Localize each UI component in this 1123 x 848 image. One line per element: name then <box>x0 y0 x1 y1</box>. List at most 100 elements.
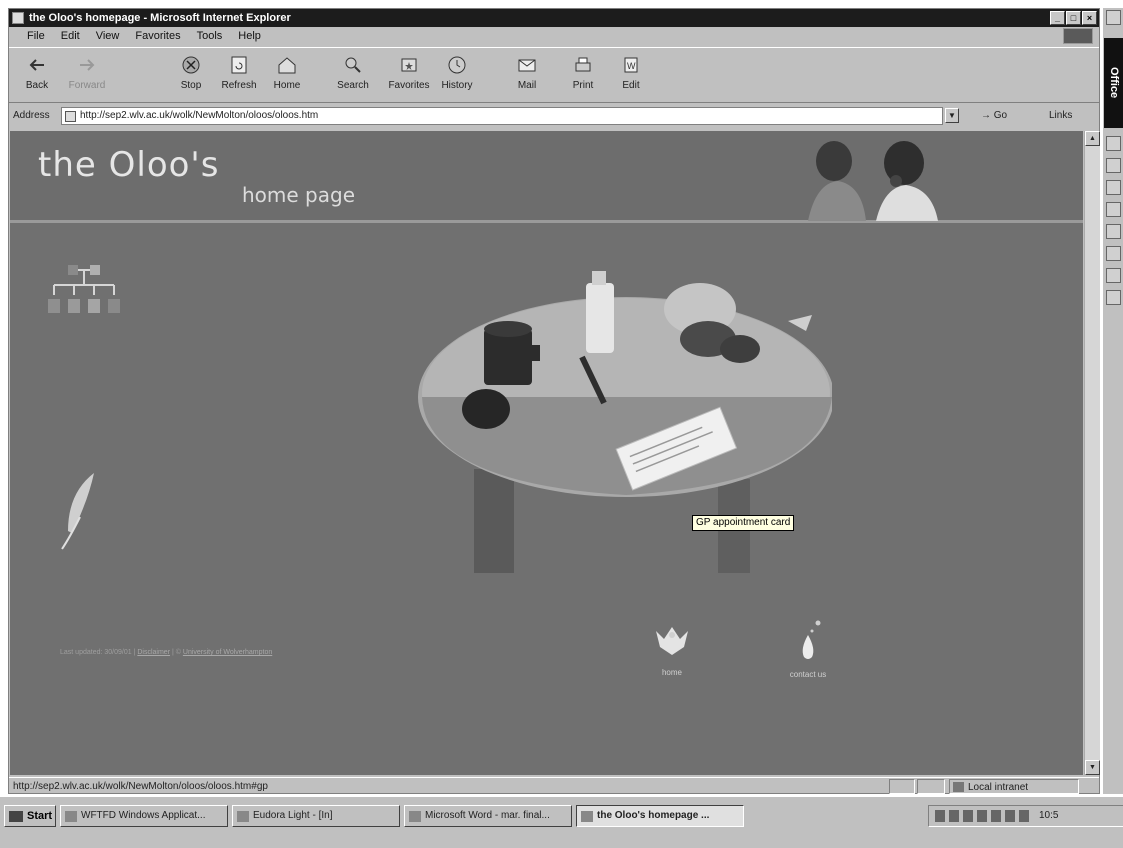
taskbar-item-wftfd[interactable]: WFTFD Windows Applicat... <box>60 805 228 827</box>
print-icon <box>575 57 591 72</box>
menu-file[interactable]: File <box>27 30 45 42</box>
forward-label: Forward <box>68 80 106 91</box>
refresh-button[interactable]: Refresh <box>217 52 261 102</box>
tray-schedule-icon[interactable] <box>977 810 987 822</box>
office-shortcut-bar: Office <box>1102 8 1123 794</box>
links-button[interactable]: Links <box>1049 110 1072 121</box>
status-url: http://sep2.wlv.ac.uk/wolk/NewMolton/olo… <box>13 781 268 792</box>
home-button[interactable]: Home <box>265 52 309 102</box>
tray-antivirus-icon[interactable] <box>991 810 1001 822</box>
windows-logo-icon <box>1063 28 1093 44</box>
app-icon <box>65 811 77 822</box>
taskbar-item-word[interactable]: Microsoft Word - mar. final... <box>404 805 572 827</box>
copyright-link[interactable]: University of Wolverhampton <box>183 649 272 656</box>
refresh-label: Refresh <box>221 80 257 91</box>
back-arrow-icon <box>29 59 44 71</box>
address-input[interactable]: http://sep2.wlv.ac.uk/wolk/NewMolton/olo… <box>61 107 943 125</box>
security-zone: Local intranet <box>949 779 1079 794</box>
menu-edit[interactable]: Edit <box>61 30 80 42</box>
menu-tools[interactable]: Tools <box>197 30 223 42</box>
site-title: the Oloo's <box>38 145 220 185</box>
go-arrow-icon: → <box>981 110 991 121</box>
forward-button[interactable]: Forward <box>65 52 109 102</box>
disclaimer-link[interactable]: Disclaimer <box>137 649 170 656</box>
start-label: Start <box>27 810 53 822</box>
status-bar: http://sep2.wlv.ac.uk/wolk/NewMolton/olo… <box>9 777 1099 794</box>
site-subtitle: home page <box>242 183 356 207</box>
window-title: the Oloo's homepage - Microsoft Internet… <box>29 12 291 24</box>
mail-icon <box>518 59 536 72</box>
favorites-button[interactable]: Favorites <box>387 52 431 102</box>
favorites-icon <box>401 58 417 72</box>
office-search-icon[interactable] <box>1106 246 1121 261</box>
title-bar[interactable]: the Oloo's homepage - Microsoft Internet… <box>9 9 1099 27</box>
scroll-up-icon[interactable]: ▲ <box>1085 131 1100 146</box>
start-button[interactable]: Start <box>4 805 56 827</box>
scroll-down-icon[interactable]: ▼ <box>1085 760 1100 775</box>
svg-text:W: W <box>627 61 636 71</box>
home-link-label: home <box>661 668 682 677</box>
forward-arrow-icon <box>80 59 95 71</box>
address-dropdown-button[interactable]: ▼ <box>945 108 959 123</box>
vertical-scrollbar[interactable]: ▲ ▼ <box>1084 131 1100 775</box>
office-help-icon[interactable] <box>1106 268 1121 283</box>
office-add-icon[interactable] <box>1106 224 1121 239</box>
home-label: Home <box>273 80 301 91</box>
history-label: History <box>441 80 473 91</box>
stop-button[interactable]: Stop <box>169 52 213 102</box>
go-button[interactable]: → Go <box>981 110 1007 121</box>
print-button[interactable]: Print <box>561 52 605 102</box>
phoenix-home-icon <box>656 627 688 655</box>
tray-volume-icon[interactable] <box>949 810 959 822</box>
office-doc-icon[interactable] <box>1106 158 1121 173</box>
clock[interactable]: 10:5 <box>1039 810 1058 821</box>
home-icon <box>278 57 296 74</box>
search-label: Search <box>337 80 369 91</box>
page-header: the Oloo's home page <box>10 131 1083 223</box>
family-tree-icon[interactable] <box>44 265 126 323</box>
refresh-icon <box>231 56 247 74</box>
taskbar-item-ie[interactable]: the Oloo's homepage ... <box>576 805 744 827</box>
desktop: the Oloo's homepage - Microsoft Internet… <box>0 0 1123 848</box>
maximize-button[interactable]: □ <box>1066 11 1081 25</box>
address-bar: Address http://sep2.wlv.ac.uk/wolk/NewMo… <box>9 105 1099 127</box>
office-task-icon[interactable] <box>1106 202 1121 217</box>
copyright-symbol: © <box>175 649 181 656</box>
ie-page-icon <box>12 12 24 24</box>
office-menu-icon[interactable] <box>1106 10 1121 25</box>
page-viewport: the Oloo's home page GP appointment card… <box>10 131 1083 775</box>
menu-help[interactable]: Help <box>238 30 261 42</box>
history-button[interactable]: History <box>435 52 479 102</box>
taskbar: Start WFTFD Windows Applicat... Eudora L… <box>0 796 1123 848</box>
status-cell <box>917 779 945 794</box>
office-mail-icon[interactable] <box>1106 180 1121 195</box>
footer-separator: | <box>133 649 136 656</box>
print-label: Print <box>572 80 594 91</box>
history-icon <box>448 56 466 74</box>
mail-label: Mail <box>517 80 537 91</box>
page-footer: Last updated: 30/09/01 | Disclaimer | © … <box>60 649 272 656</box>
word-icon <box>409 811 421 822</box>
home-link[interactable]: home <box>646 621 698 677</box>
search-button[interactable]: Search <box>331 52 375 102</box>
mail-button[interactable]: Mail <box>505 52 549 102</box>
intranet-icon <box>953 782 964 792</box>
back-button[interactable]: Back <box>15 52 59 102</box>
office-label[interactable]: Office <box>1104 38 1123 128</box>
tray-mail-icon[interactable] <box>1005 810 1015 822</box>
taskbar-item-eudora[interactable]: Eudora Light - [In] <box>232 805 400 827</box>
minimize-button[interactable]: _ <box>1050 11 1065 25</box>
tray-sound-icon[interactable] <box>1019 810 1029 822</box>
office-doc-icon[interactable] <box>1106 136 1121 151</box>
tray-network-icon[interactable] <box>935 810 945 822</box>
feather-icon[interactable] <box>58 471 102 551</box>
office-word-icon[interactable] <box>1106 290 1121 305</box>
menu-view[interactable]: View <box>96 30 120 42</box>
stop-icon <box>182 56 200 74</box>
close-button[interactable]: × <box>1082 11 1097 25</box>
menu-favorites[interactable]: Favorites <box>135 30 180 42</box>
contact-link[interactable]: contact us <box>778 617 838 679</box>
edit-button[interactable]: W Edit <box>609 52 653 102</box>
address-label: Address <box>13 110 50 121</box>
tray-monitor-icon[interactable] <box>963 810 973 822</box>
